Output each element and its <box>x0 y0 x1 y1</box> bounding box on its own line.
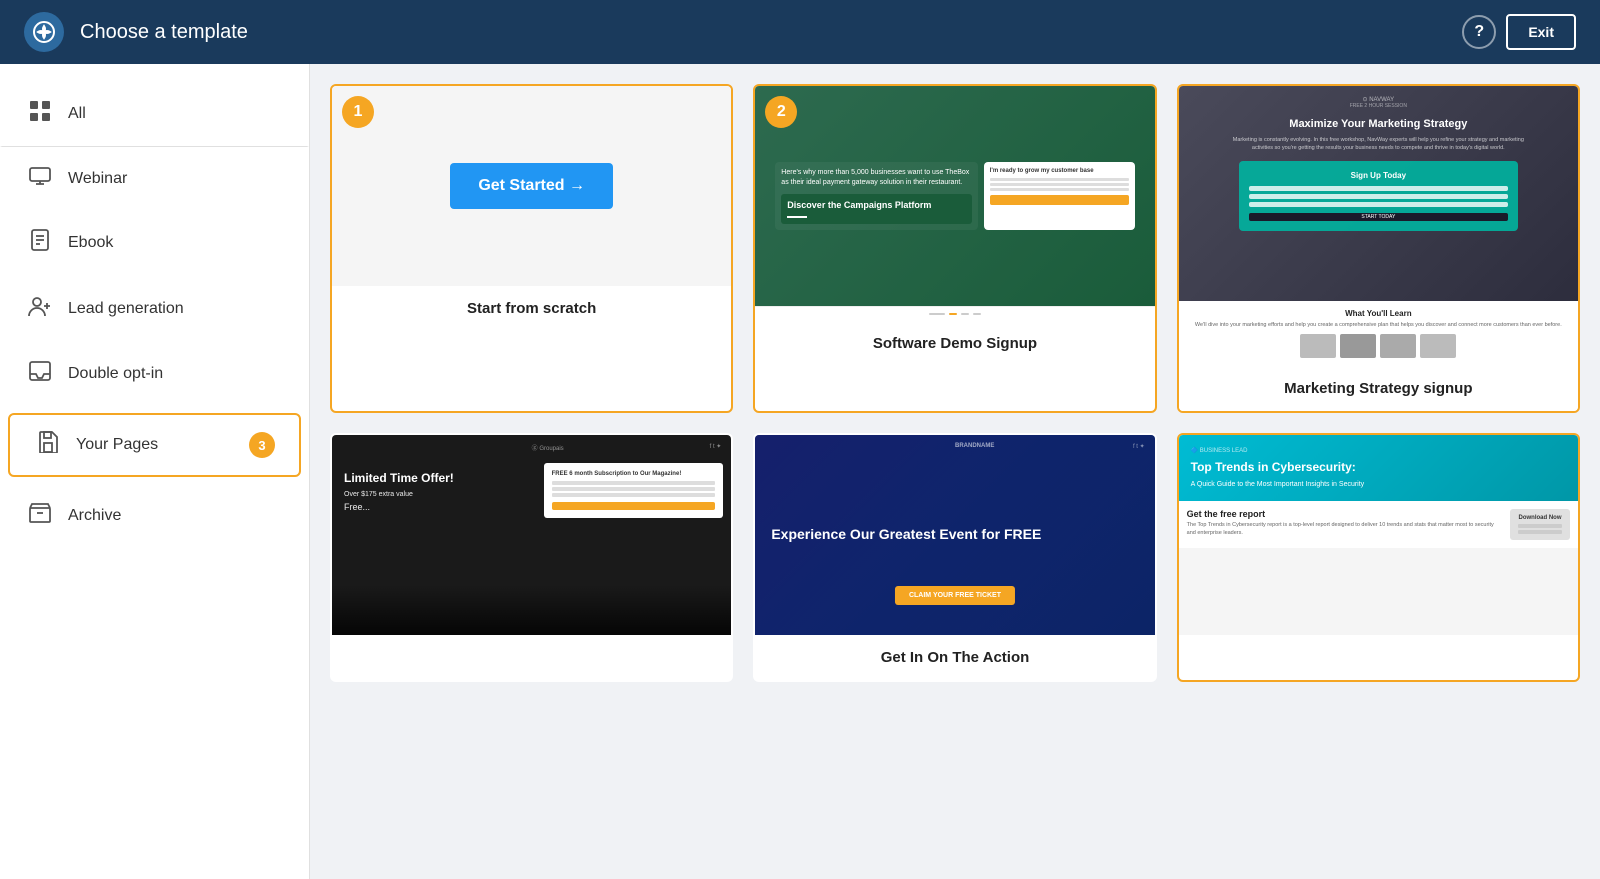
demo-footer <box>755 306 1154 321</box>
marketing-label: Marketing Strategy signup <box>1179 366 1578 411</box>
demo-preview: Here's why more than 5,000 businesses wa… <box>755 86 1154 306</box>
help-button[interactable]: ? <box>1462 15 1496 49</box>
cyber-sub: A Quick Guide to the Most Important Insi… <box>1191 480 1566 490</box>
demo-label: Software Demo Signup <box>755 321 1154 366</box>
event-label: Get In On The Action <box>755 635 1154 680</box>
person-add-icon <box>26 295 54 323</box>
inbox-icon <box>26 361 54 387</box>
sidebar-label-all: All <box>68 105 86 123</box>
magazine-free: Free... <box>344 502 524 512</box>
magazine-preview: ⓖ Groupais f t ✦ Limited Time Offer! Ove… <box>332 435 731 635</box>
marketing-cta: Sign Up Today <box>1249 171 1509 180</box>
header: Choose a template ? Exit <box>0 0 1600 64</box>
magazine-value: Over $175 extra value <box>344 491 524 498</box>
demo-form-title: I'm ready to grow my customer base <box>990 168 1129 174</box>
logo-icon <box>24 12 64 52</box>
demo-headline: Discover the Campaigns Platform <box>787 200 965 212</box>
sidebar-item-all[interactable]: All <box>0 80 309 147</box>
template-card-magazine[interactable]: ⓖ Groupais f t ✦ Limited Time Offer! Ove… <box>330 433 733 682</box>
template-grid: 1 Get Started → Start from scratch 2 Her… <box>330 84 1580 682</box>
sidebar-label-ebook: Ebook <box>68 234 113 252</box>
sidebar-label-archive: Archive <box>68 507 121 525</box>
sidebar-item-webinar[interactable]: Webinar <box>0 149 309 209</box>
header-right: ? Exit <box>1462 14 1576 50</box>
scratch-preview: Get Started → <box>332 86 731 286</box>
cyber-label <box>1179 635 1578 663</box>
sidebar: All Webinar Ebook <box>0 64 310 879</box>
header-left: Choose a template <box>24 12 248 52</box>
magazine-form-title: FREE 6 month Subscription to Our Magazin… <box>552 471 716 477</box>
sidebar-item-ebook[interactable]: Ebook <box>0 211 309 275</box>
content-area: 1 Get Started → Start from scratch 2 Her… <box>310 64 1600 879</box>
scratch-label: Start from scratch <box>332 286 731 331</box>
template-card-scratch[interactable]: 1 Get Started → Start from scratch <box>330 84 733 413</box>
get-started-label: Get Started → <box>478 177 585 195</box>
sidebar-item-lead-generation[interactable]: Lead generation <box>0 277 309 341</box>
save-icon <box>34 431 62 459</box>
archive-icon <box>26 503 54 529</box>
get-started-button[interactable]: Get Started → <box>450 163 613 209</box>
cyber-report-label: Get the free report <box>1187 509 1502 519</box>
sidebar-item-your-pages[interactable]: Your Pages 3 <box>8 413 301 477</box>
sidebar-item-double-opt-in[interactable]: Double opt-in <box>0 343 309 405</box>
grid-icon <box>26 100 54 128</box>
main-layout: All Webinar Ebook <box>0 64 1600 879</box>
marketing-body: Marketing is constantly evolving. In thi… <box>1229 137 1529 152</box>
monitor-icon <box>26 167 54 191</box>
magazine-offer: Limited Time Offer! <box>344 471 524 487</box>
cyber-download-label: Download Now <box>1518 515 1562 521</box>
cyber-headline: Top Trends in Cybersecurity: <box>1191 460 1566 476</box>
sidebar-label-your-pages: Your Pages <box>76 436 158 454</box>
sidebar-item-archive[interactable]: Archive <box>0 485 309 547</box>
event-text: Experience Our Greatest Event for FREE <box>771 525 1041 545</box>
book-icon <box>26 229 54 257</box>
marketing-learn: What You'll Learn <box>1189 309 1568 318</box>
template-card-cyber[interactable]: 🔷 BUSINESS LEAD Top Trends in Cybersecur… <box>1177 433 1580 682</box>
your-pages-badge: 3 <box>249 432 275 458</box>
exit-button[interactable]: Exit <box>1506 14 1576 50</box>
template-card-demo[interactable]: 2 Here's why more than 5,000 businesses … <box>753 84 1156 413</box>
event-preview: BRANDNAME f t ✦ Experience Our Greatest … <box>755 435 1154 635</box>
sidebar-label-lead: Lead generation <box>68 300 184 318</box>
demo-text: Here's why more than 5,000 businesses wa… <box>781 168 971 188</box>
marketing-preview: ⊙ NAVWAY FREE 2 HOUR SESSION Maximize Yo… <box>1179 86 1578 366</box>
event-headline: Experience Our Greatest Event for FREE <box>771 525 1041 545</box>
sidebar-label-webinar: Webinar <box>68 170 127 188</box>
page-title: Choose a template <box>80 21 248 44</box>
marketing-headline: Maximize Your Marketing Strategy <box>1229 117 1529 131</box>
sidebar-label-double-opt: Double opt-in <box>68 365 163 383</box>
badge-1: 1 <box>342 96 374 128</box>
cyber-preview: 🔷 BUSINESS LEAD Top Trends in Cybersecur… <box>1179 435 1578 635</box>
magazine-label <box>332 635 731 663</box>
template-card-event[interactable]: BRANDNAME f t ✦ Experience Our Greatest … <box>753 433 1156 682</box>
navway-logo: ⊙ NAVWAY <box>1229 96 1529 103</box>
template-card-marketing[interactable]: ⊙ NAVWAY FREE 2 HOUR SESSION Maximize Yo… <box>1177 84 1580 413</box>
